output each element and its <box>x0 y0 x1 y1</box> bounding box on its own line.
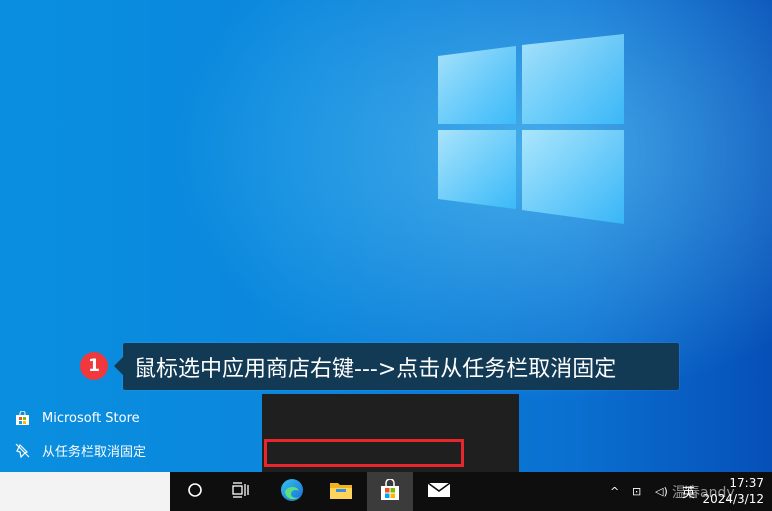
unpin-icon <box>14 442 30 458</box>
network-icon: ⊡ <box>632 485 642 498</box>
step-badge: 1 <box>80 352 108 380</box>
windows-logo <box>438 34 624 224</box>
circle-icon <box>187 482 203 502</box>
taskbar-file-explorer-button[interactable] <box>318 472 364 511</box>
menu-item-unpin-from-taskbar[interactable]: 从任务栏取消固定 <box>0 437 257 463</box>
taskbar-cortana-button[interactable] <box>172 472 218 511</box>
menu-item-microsoft-store[interactable]: Microsoft Store <box>0 405 257 431</box>
taskbar: ^ ⊡ ◁) 英 17:37 2024/3/12 <box>0 472 772 511</box>
tray-volume-button[interactable]: ◁) <box>655 472 668 511</box>
taskbar-microsoft-store-button[interactable] <box>367 472 413 511</box>
watermark: 温春andy <box>672 485 735 501</box>
instruction-text: 鼠标选中应用商店右键--->点击从任务栏取消固定 <box>134 356 617 382</box>
mail-icon <box>427 481 451 503</box>
taskbar-edge-button[interactable] <box>269 472 315 511</box>
taskbar-task-view-button[interactable] <box>218 472 264 511</box>
store-icon <box>14 410 30 426</box>
callout-pointer <box>114 357 123 375</box>
task-view-icon <box>232 481 250 502</box>
tray-overflow-button[interactable]: ^ <box>610 472 619 511</box>
volume-icon: ◁) <box>655 485 668 498</box>
taskbar-mail-button[interactable] <box>416 472 462 511</box>
instruction-callout: 鼠标选中应用商店右键--->点击从任务栏取消固定 <box>114 343 679 390</box>
store-icon <box>379 477 401 505</box>
menu-item-label: 从任务栏取消固定 <box>42 444 147 460</box>
folder-icon <box>329 480 353 504</box>
highlight-box <box>264 439 464 467</box>
taskbar-search-box[interactable] <box>0 472 170 511</box>
menu-item-label: Microsoft Store <box>42 410 140 426</box>
edge-icon <box>280 478 304 506</box>
chevron-up-icon: ^ <box>610 485 620 498</box>
tray-network-button[interactable]: ⊡ <box>632 472 641 511</box>
